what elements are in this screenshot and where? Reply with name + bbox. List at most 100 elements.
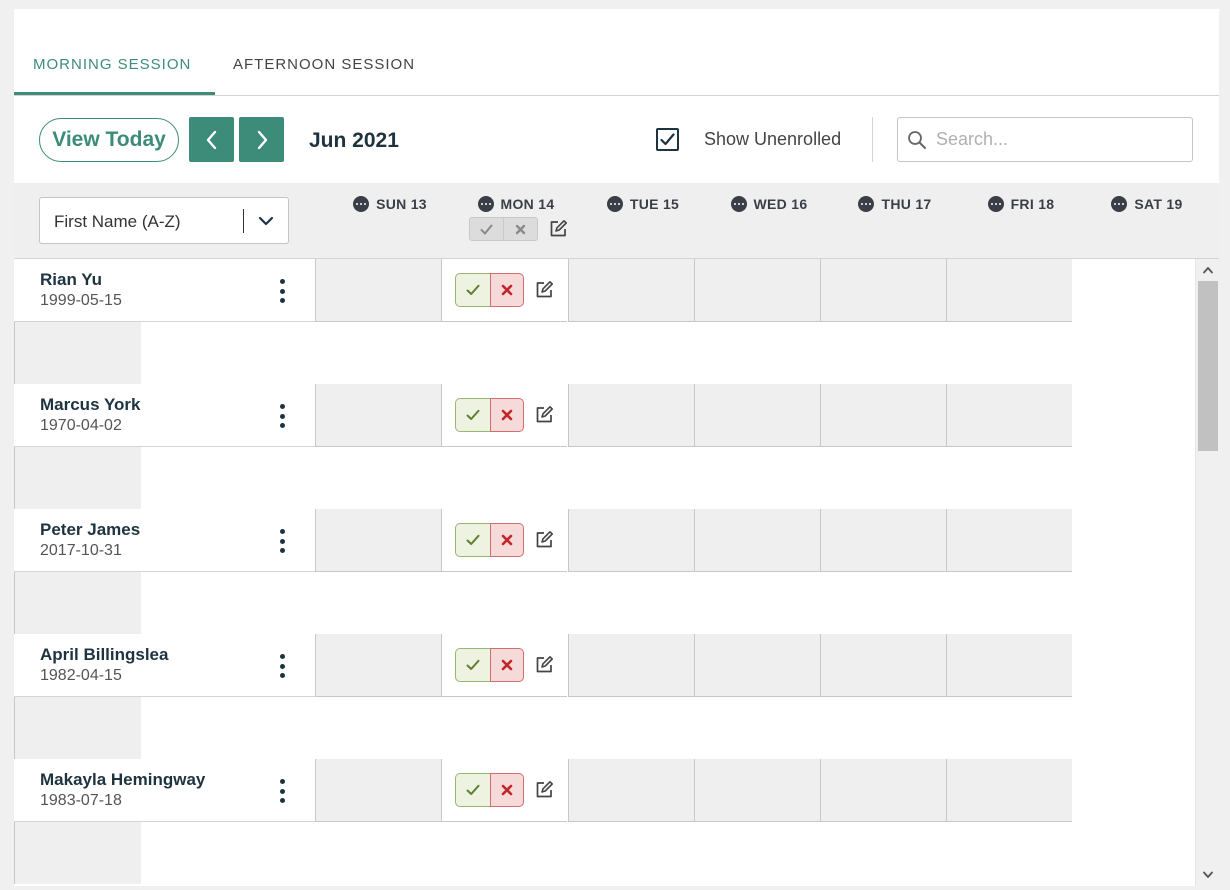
mark-all-absent-button[interactable] (504, 218, 537, 240)
day-label: THU 17 (881, 196, 932, 212)
mark-present-button[interactable] (455, 523, 490, 557)
day-header: MON 14 (453, 194, 579, 214)
edit-icon[interactable] (534, 405, 554, 425)
attendance-cell[interactable] (820, 509, 946, 572)
attendance-cell[interactable] (820, 634, 946, 697)
attendance-cell[interactable] (946, 259, 1072, 322)
more-options-icon[interactable] (987, 196, 1004, 212)
check-icon (466, 659, 480, 670)
person-cell: Peter James 2017-10-31 (14, 509, 315, 572)
more-options-icon[interactable] (730, 196, 747, 212)
attendance-cell[interactable] (946, 509, 1072, 572)
scroll-down-icon[interactable] (1196, 866, 1219, 884)
calendar-header: First Name (A-Z) SUN 13 MON 14 TUE 15 WED 1… (14, 183, 1219, 259)
attendance-cell[interactable] (315, 509, 441, 572)
day-header: SUN 13 (327, 194, 453, 214)
edit-icon[interactable] (534, 655, 554, 675)
mark-all-present-button[interactable] (470, 218, 503, 240)
attendance-cell[interactable] (694, 634, 820, 697)
kebab-menu-icon[interactable] (276, 653, 288, 679)
mark-absent-button[interactable] (490, 523, 524, 557)
attendance-toggle (455, 523, 524, 557)
edit-icon[interactable] (534, 530, 554, 550)
search-input[interactable] (936, 129, 1176, 150)
scroll-up-icon[interactable] (1196, 261, 1219, 279)
attendance-toggle (455, 648, 524, 682)
close-icon (515, 224, 526, 234)
vertical-scrollbar[interactable] (1195, 259, 1219, 886)
mark-absent-button[interactable] (490, 398, 524, 432)
mark-present-button[interactable] (455, 398, 490, 432)
close-icon (501, 284, 513, 296)
attendance-cell[interactable] (568, 509, 694, 572)
more-options-icon[interactable] (477, 196, 494, 212)
sort-divider (243, 209, 244, 233)
attendance-card: MORNING SESSION AFTERNOON SESSION View T… (14, 9, 1219, 886)
row-spacer (14, 822, 1195, 884)
kebab-menu-icon[interactable] (276, 528, 288, 554)
attendance-cell[interactable] (568, 759, 694, 822)
more-options-icon[interactable] (858, 196, 875, 212)
bulk-attendance-toggle (469, 217, 538, 241)
sort-dropdown[interactable]: First Name (A-Z) (39, 197, 289, 244)
mark-absent-button[interactable] (490, 648, 524, 682)
attendance-cell[interactable] (568, 259, 694, 322)
attendance-toggle (455, 773, 524, 807)
day-label: FRI 18 (1010, 196, 1055, 212)
sort-selected-value: First Name (A-Z) (54, 212, 181, 231)
attendance-cell[interactable] (946, 384, 1072, 447)
table-row: April Billingslea 1982-04-15 (14, 634, 1195, 697)
edit-icon[interactable] (548, 219, 568, 239)
person-name: April Billingslea (40, 645, 169, 664)
mark-present-button[interactable] (455, 648, 490, 682)
attendance-cell[interactable] (946, 634, 1072, 697)
search-box (897, 117, 1193, 162)
more-options-icon[interactable] (606, 196, 623, 212)
bulk-attendance-controls (455, 217, 581, 241)
previous-week-button[interactable] (189, 117, 234, 162)
attendance-cell (441, 509, 567, 572)
next-week-button[interactable] (239, 117, 284, 162)
attendance-cell[interactable] (315, 634, 441, 697)
attendance-toggle (455, 273, 524, 307)
day-label: MON 14 (500, 196, 555, 212)
edit-icon[interactable] (534, 780, 554, 800)
attendance-cell[interactable] (694, 259, 820, 322)
attendance-toggle (455, 398, 524, 432)
kebab-menu-icon[interactable] (276, 403, 288, 429)
tab-afternoon-session[interactable]: AFTERNOON SESSION (233, 56, 415, 73)
check-icon (466, 784, 480, 795)
scrollbar-thumb[interactable] (1198, 281, 1218, 451)
mark-absent-button[interactable] (490, 273, 524, 307)
attendance-cell[interactable] (694, 509, 820, 572)
tab-morning-session[interactable]: MORNING SESSION (33, 56, 191, 73)
edit-icon[interactable] (534, 280, 554, 300)
attendance-cell[interactable] (315, 384, 441, 447)
attendance-cell[interactable] (820, 259, 946, 322)
more-options-icon[interactable] (353, 196, 370, 212)
attendance-cell[interactable] (694, 759, 820, 822)
show-unenrolled-label: Show Unenrolled (704, 129, 842, 149)
kebab-menu-icon[interactable] (276, 778, 288, 804)
attendance-cell[interactable] (820, 759, 946, 822)
day-header: TUE 15 (580, 194, 706, 214)
view-today-button[interactable]: View Today (39, 118, 179, 162)
attendance-grid: Rian Yu 1999-05-15 Marcus York 1970-04-02 Pe… (14, 259, 1195, 886)
day-header: THU 17 (832, 194, 958, 214)
attendance-cell[interactable] (946, 759, 1072, 822)
more-options-icon[interactable] (1111, 196, 1128, 212)
attendance-cell[interactable] (820, 384, 946, 447)
mark-present-button[interactable] (455, 273, 490, 307)
mark-present-button[interactable] (455, 773, 490, 807)
check-icon (466, 409, 480, 420)
show-unenrolled-checkbox[interactable] (656, 128, 679, 151)
attendance-cell[interactable] (568, 634, 694, 697)
mark-absent-button[interactable] (490, 773, 524, 807)
attendance-cell[interactable] (568, 384, 694, 447)
kebab-menu-icon[interactable] (276, 278, 288, 304)
attendance-cell[interactable] (315, 259, 441, 322)
toolbar: View Today Jun 2021 Show Unenrolled (14, 96, 1219, 183)
attendance-cell[interactable] (315, 759, 441, 822)
check-icon (466, 534, 480, 545)
attendance-cell[interactable] (694, 384, 820, 447)
